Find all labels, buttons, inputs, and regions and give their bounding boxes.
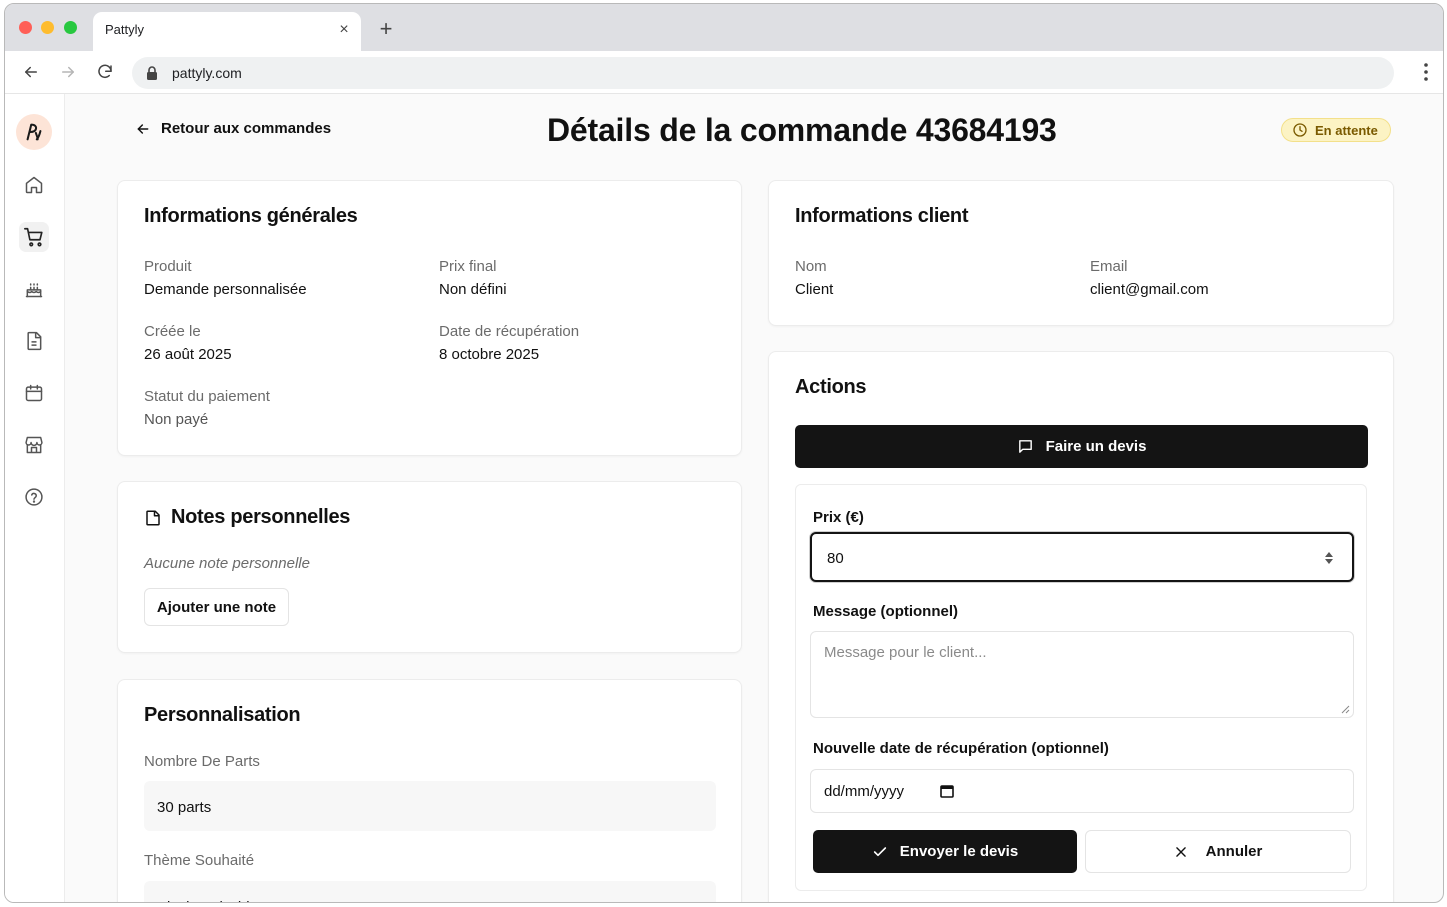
customization-title: Personnalisation (144, 704, 301, 726)
document-icon (27, 331, 42, 351)
browser-window: Pattyly × + pattyly.com Retour aux comma… (4, 3, 1444, 903)
payment-status-value: Non payé (144, 411, 209, 428)
product-label: Produit (144, 258, 192, 275)
tab-close-icon[interactable]: × (335, 21, 353, 39)
help-circle-icon (25, 488, 43, 506)
check-icon (873, 846, 886, 856)
client-name-label: Nom (795, 258, 827, 275)
created-label: Créée le (144, 323, 201, 340)
address-bar[interactable]: pattyly.com (132, 57, 1394, 89)
notes-header: Notes personnelles (144, 506, 350, 529)
reload-icon (98, 64, 112, 79)
payment-status-label: Statut du paiement (144, 388, 270, 405)
servings-label: Nombre De Parts (144, 753, 260, 770)
close-icon (1175, 846, 1186, 857)
price-label: Prix (€) (813, 509, 864, 526)
maximize-window-button[interactable] (64, 21, 77, 34)
tab-title: Pattyly (105, 22, 145, 37)
store-icon (25, 436, 43, 454)
new-tab-button[interactable]: + (375, 18, 397, 40)
pickup-date-value: 8 octobre 2025 (439, 346, 540, 363)
main-content: Retour aux commandes Détails de la comma… (65, 94, 1443, 902)
forward-button[interactable] (56, 60, 80, 84)
product-value: Demande personnalisée (144, 281, 307, 298)
client-name-value: Client (795, 281, 834, 298)
reload-button[interactable] (93, 60, 117, 84)
notes-empty-text: Aucune note personnelle (144, 555, 310, 572)
send-quote-label: Envoyer le devis (899, 843, 1019, 860)
theme-label: Thème Souhaité (144, 852, 255, 869)
shopping-cart-icon (24, 227, 43, 247)
browser-tab[interactable]: Pattyly × (93, 12, 361, 51)
message-label: Message (optionnel) (813, 603, 959, 620)
client-info-title: Informations client (795, 205, 969, 227)
sidebar-item-cakes[interactable] (19, 274, 49, 304)
calendar-icon (25, 384, 43, 402)
cancel-label: Annuler (1205, 843, 1263, 860)
back-button[interactable] (19, 60, 43, 84)
lock-icon (147, 66, 157, 80)
sidebar-item-home[interactable] (19, 170, 49, 200)
make-quote-label: Faire un devis (1045, 438, 1147, 455)
message-textarea[interactable]: Message pour le client... (810, 631, 1354, 718)
actions-title: Actions (795, 376, 867, 398)
arrow-left-icon (137, 123, 149, 134)
page-title: Détails de la commande 43684193 (547, 112, 1057, 148)
new-date-input[interactable]: dd/mm/yyyy (810, 769, 1354, 813)
clock-icon (1293, 123, 1307, 137)
resize-handle-icon[interactable] (1341, 705, 1350, 714)
sidebar-item-documents[interactable] (19, 326, 49, 356)
url-text: pattyly.com (172, 65, 242, 81)
new-date-label: Nouvelle date de récupération (optionnel… (813, 740, 1109, 757)
add-note-button[interactable]: Ajouter une note (144, 588, 289, 626)
message-placeholder: Message pour le client... (824, 644, 987, 661)
note-icon (146, 510, 160, 525)
arrow-right-icon (62, 66, 74, 78)
notes-title: Notes personnelles (171, 506, 351, 528)
send-quote-button[interactable]: Envoyer le devis (813, 830, 1077, 873)
sidebar-item-shop[interactable] (19, 430, 49, 460)
make-quote-button[interactable]: Faire un devis (795, 425, 1368, 468)
client-email-value: client@gmail.com (1090, 281, 1209, 298)
date-placeholder: dd/mm/yyyy (824, 783, 905, 800)
message-square-icon (1018, 440, 1032, 453)
client-email-label: Email (1090, 258, 1128, 275)
general-info-card: Informations générales Produit Demande p… (117, 180, 742, 456)
brand-logo[interactable] (16, 114, 52, 150)
sidebar-item-help[interactable] (19, 482, 49, 512)
actions-card: Actions Faire un devis Prix (€) 80 Messa… (768, 351, 1394, 902)
pattyly-logo-icon (26, 123, 42, 141)
number-stepper-icon[interactable] (1324, 550, 1334, 566)
price-input[interactable]: 80 (810, 532, 1354, 582)
final-price-value: Non défini (439, 281, 507, 298)
more-vert-icon[interactable] (1423, 62, 1429, 82)
calendar-picker-icon[interactable] (940, 784, 954, 798)
general-info-title: Informations générales (144, 205, 358, 227)
minimize-window-button[interactable] (41, 21, 54, 34)
customization-card: Personnalisation Nombre De Parts 30 part… (117, 679, 742, 902)
home-icon (25, 176, 43, 194)
back-link-label: Retour aux commandes (161, 120, 332, 137)
status-badge: En attente (1281, 118, 1391, 142)
quote-form: Prix (€) 80 Message (optionnel) Message … (795, 484, 1367, 891)
sidebar-item-orders[interactable] (19, 222, 49, 252)
servings-value: 30 parts (144, 781, 716, 831)
arrow-left-icon (25, 66, 37, 78)
status-label: En attente (1315, 122, 1378, 138)
sidebar-item-calendar[interactable] (19, 378, 49, 408)
personal-notes-card: Notes personnelles Aucune note personnel… (117, 481, 742, 653)
created-value: 26 août 2025 (144, 346, 232, 363)
price-input-value: 80 (827, 550, 844, 567)
tab-bar: Pattyly × + (5, 4, 1443, 51)
close-window-button[interactable] (19, 21, 32, 34)
cake-icon (25, 283, 43, 298)
sidebar (5, 94, 65, 902)
pickup-date-label: Date de récupération (439, 323, 580, 340)
theme-value: Black and white (144, 881, 716, 902)
final-price-label: Prix final (439, 258, 497, 275)
client-info-card: Informations client Nom Client Email cli… (768, 180, 1394, 326)
cancel-button[interactable]: Annuler (1085, 830, 1351, 873)
back-to-orders-link[interactable]: Retour aux commandes (135, 120, 331, 137)
browser-toolbar: pattyly.com (5, 51, 1443, 94)
